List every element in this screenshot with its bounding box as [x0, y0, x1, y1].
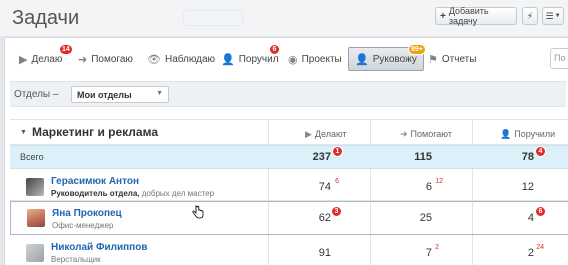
table-header: ▼ Маркетинг и реклама ▶ Делают ➜ Помогают 👤… [10, 119, 568, 145]
column-header-assigned[interactable]: 👤 Поручили [500, 129, 555, 140]
new-count: 12 [435, 178, 443, 185]
tab-helping[interactable]: ➜ Помогаю [78, 47, 133, 71]
employee-role: Верстальщик [51, 255, 101, 264]
user-icon: 👤 [221, 53, 235, 66]
table-row[interactable]: Герасимюк Антон Руководитель отдела, доб… [10, 170, 568, 201]
doing-count[interactable]: 62 3 [319, 206, 342, 224]
avatar [27, 209, 45, 227]
list-menu-icon: ☰ [545, 10, 554, 21]
tab-label: Наблюдаю [164, 53, 216, 65]
avatar [26, 244, 44, 262]
new-count: 2 [435, 244, 439, 251]
count-badge: 3 [331, 206, 342, 217]
doing-count[interactable]: 74 6 [319, 178, 339, 193]
flash-icon: ⚡ [526, 10, 534, 21]
user-icon: 👤 [355, 53, 369, 66]
play-icon: ▶ [305, 129, 312, 139]
tab-label: Отчеты [441, 53, 477, 65]
table-row[interactable]: Николай Филиппов Верстальщик 91 72 2 24 [10, 236, 568, 265]
plus-icon: + [440, 10, 446, 22]
user-icon: 👤 [500, 129, 512, 139]
helping-count[interactable]: 72 [426, 244, 439, 259]
header-placeholder [183, 10, 243, 26]
view-menu-button[interactable]: ☰ ▼ [542, 7, 564, 25]
tab-doing[interactable]: ▶ Делаю 14 [19, 44, 73, 71]
total-helping-value[interactable]: 115 [414, 151, 432, 163]
helping-count[interactable]: 25 [420, 212, 432, 224]
collapse-triangle-icon: ▼ [20, 129, 27, 136]
tab-reports[interactable]: ⚑ Отчеты [428, 47, 476, 71]
search-input[interactable]: По [550, 48, 568, 69]
total-doing-value[interactable]: 237 1 [313, 146, 343, 163]
total-label: Всего [20, 152, 44, 162]
tab-label: Руковожу [372, 53, 417, 65]
avatar [26, 178, 44, 196]
new-count: 6 [335, 178, 339, 185]
arrow-right-icon: ➜ [78, 53, 88, 66]
flag-icon: ⚑ [428, 53, 438, 66]
tab-label: Делаю [31, 53, 63, 65]
tab-label: Помогаю [91, 53, 133, 65]
count-badge: 6 [535, 206, 546, 217]
chevron-down-icon: ▼ [156, 90, 163, 97]
add-task-button[interactable]: + Добавить задачу [435, 6, 517, 26]
arrow-right-icon: ➜ [400, 129, 408, 139]
tab-projects[interactable]: ◉ Проекты [288, 47, 342, 71]
tab-badge: 14 [59, 44, 73, 55]
filter-label: Отделы – [14, 89, 59, 100]
employee-name[interactable]: Яна Прокопец [52, 208, 122, 219]
add-task-label: Добавить задачу [448, 6, 489, 26]
department-select[interactable]: Мои отделы ▼ [71, 86, 169, 103]
tab-assigned[interactable]: 👤 Поручил 6 [221, 44, 280, 71]
column-header-helping[interactable]: ➜ Помогают [400, 129, 452, 140]
eye-icon: 👁 [147, 53, 161, 66]
tab-label: Поручил [238, 53, 279, 65]
table-row[interactable]: Яна Прокопец Офис-менеджер 62 3 25 4 6 [10, 201, 568, 235]
tab-label: Проекты [301, 53, 342, 65]
main-panel: ▶ Делаю 14 ➜ Помогаю 👁 Наблюдаю 👤 Поручи… [4, 37, 568, 265]
total-row: Всего 237 1 115 78 4 [10, 145, 568, 169]
group-title[interactable]: ▼ Маркетинг и реклама [20, 125, 158, 139]
page-header: Задачи + Добавить задачу ⚡ ☰ ▼ [0, 0, 568, 36]
new-count: 24 [536, 244, 544, 251]
count-badge: 4 [535, 146, 546, 157]
total-assigned-value[interactable]: 78 4 [522, 146, 546, 163]
assigned-count[interactable]: 2 24 [528, 244, 544, 259]
employee-role: Офис-менеджер [52, 221, 114, 230]
play-icon: ▶ [19, 53, 28, 66]
employee-role: Руководитель отдела, добрых дел мастер [51, 189, 215, 198]
doing-count[interactable]: 91 [319, 247, 331, 259]
hand-cursor-icon [192, 205, 204, 219]
helping-count[interactable]: 6 12 [426, 178, 443, 193]
column-header-doing[interactable]: ▶ Делают [305, 129, 347, 140]
employee-name[interactable]: Николай Филиппов [51, 242, 147, 253]
employee-name[interactable]: Герасимюк Антон [51, 176, 139, 187]
assigned-count[interactable]: 4 6 [528, 206, 546, 224]
assigned-count[interactable]: 12 [522, 181, 534, 193]
chevron-down-icon: ▼ [554, 13, 561, 19]
tab-badge: 6 [269, 44, 280, 55]
department-select-value: Мои отделы [77, 90, 132, 100]
tab-watching[interactable]: 👁 Наблюдаю [147, 47, 215, 71]
projects-icon: ◉ [288, 53, 298, 66]
count-badge: 1 [332, 146, 343, 157]
filter-bar: Отделы – Мои отделы ▼ [10, 81, 566, 107]
page-title: Задачи [12, 7, 80, 29]
tab-managing[interactable]: 👤 Руковожу 99+ [348, 44, 426, 71]
flash-button[interactable]: ⚡ [522, 7, 538, 25]
tab-badge: 99+ [408, 44, 426, 55]
